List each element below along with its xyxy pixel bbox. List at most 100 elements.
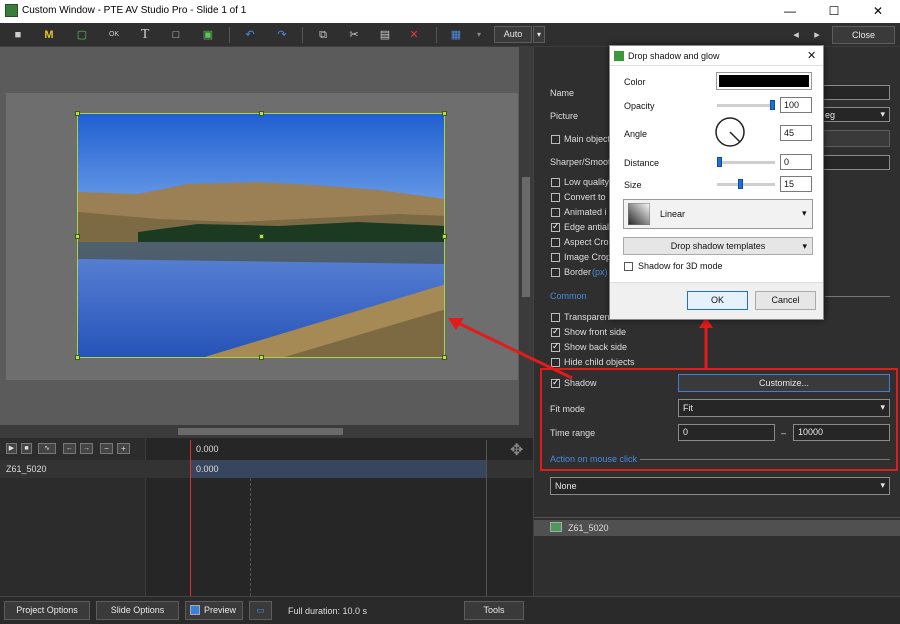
minimize-button[interactable]: — — [768, 0, 812, 23]
animated-checkbox[interactable] — [551, 208, 560, 217]
waveform-icon[interactable]: ∿ — [38, 443, 56, 454]
cancel-button[interactable]: Cancel — [755, 291, 816, 310]
action-select[interactable]: None — [550, 477, 890, 495]
close-button[interactable]: Close — [832, 26, 895, 44]
opacity-thumb[interactable] — [770, 100, 775, 110]
templates-button[interactable]: Drop shadow templates ▾ — [623, 237, 813, 255]
preview-button[interactable]: Preview — [185, 601, 243, 620]
highlight-box — [540, 368, 898, 471]
gradient-select[interactable]: Linear ▾ — [623, 199, 813, 229]
resize-handle[interactable] — [442, 234, 447, 239]
zoom-auto-select[interactable]: Auto — [494, 26, 532, 43]
close-window-button[interactable]: ✕ — [856, 0, 900, 23]
stop-icon[interactable]: ■ — [21, 443, 32, 454]
redo-icon[interactable]: ↷ — [273, 26, 291, 44]
edge-antialias-checkbox[interactable] — [551, 221, 560, 232]
frame-icon[interactable]: ▢ — [73, 26, 91, 44]
cut-icon[interactable]: ✂ — [345, 26, 363, 44]
maximize-button[interactable]: ☐ — [812, 0, 856, 23]
distance-label: Distance — [624, 158, 660, 168]
angle-dial[interactable] — [714, 116, 746, 148]
border-checkbox[interactable] — [551, 268, 560, 277]
image-icon[interactable]: ▣ — [199, 26, 217, 44]
name-input[interactable] — [820, 85, 890, 100]
status-bar: Project Options Slide Options Preview ▭ … — [0, 596, 900, 624]
text-icon[interactable]: T — [136, 26, 154, 44]
picture-label: Picture — [550, 111, 579, 121]
angle-input[interactable]: 45 — [780, 125, 812, 141]
border-px-label: (px) — [592, 267, 608, 277]
zoom-in-icon[interactable]: + — [117, 443, 130, 454]
color-picker[interactable] — [716, 72, 812, 90]
resize-handle[interactable] — [75, 355, 80, 360]
track-bar[interactable] — [190, 460, 486, 478]
image-object-icon — [550, 522, 562, 532]
convert-checkbox[interactable] — [551, 193, 560, 202]
next-slide-icon[interactable]: ▸ — [808, 26, 826, 44]
resize-handle[interactable] — [75, 111, 80, 116]
ok-button[interactable]: OK — [687, 291, 748, 310]
camera-icon[interactable]: ■ — [9, 26, 27, 44]
grid-dropdown-icon[interactable]: ▾ — [470, 26, 488, 44]
distance-slider[interactable] — [717, 157, 775, 167]
dialog-title: Drop shadow and glow — [628, 51, 720, 61]
low-quality-checkbox[interactable] — [551, 178, 560, 187]
tools-button[interactable]: Tools — [464, 601, 524, 620]
resize-handle[interactable] — [259, 111, 264, 116]
animated-label: Animated i — [564, 207, 607, 217]
horizontal-scrollbar[interactable] — [0, 425, 533, 438]
mask-icon[interactable]: M — [40, 26, 58, 44]
delete-icon[interactable]: ✕ — [405, 26, 423, 44]
picture-options-button[interactable] — [820, 130, 890, 147]
size-input[interactable]: 15 — [780, 176, 812, 192]
paste-icon[interactable]: ▤ — [376, 26, 394, 44]
convert-label: Convert to — [564, 192, 606, 202]
dialog-icon — [614, 51, 624, 61]
undo-icon[interactable]: ↶ — [241, 26, 259, 44]
drop-shadow-dialog: Drop shadow and glow ✕ Color Opacity 100… — [609, 45, 824, 320]
play-icon[interactable]: ▶ — [6, 443, 17, 454]
move-icon[interactable]: ✥ — [510, 440, 523, 460]
rectangle-icon[interactable]: □ — [167, 26, 185, 44]
gradient-label: Linear — [660, 209, 686, 219]
resize-handle[interactable] — [75, 234, 80, 239]
arrow-left-icon[interactable]: ← — [63, 443, 76, 454]
copy-icon[interactable]: ⧉ — [314, 26, 332, 44]
opacity-slider[interactable] — [717, 100, 775, 110]
main-object-checkbox[interactable] — [551, 135, 560, 144]
distance-input[interactable]: 0 — [780, 154, 812, 170]
border-label: Border — [564, 267, 592, 277]
arrow-right-icon[interactable]: → — [80, 443, 93, 454]
scroll-thumb[interactable] — [522, 177, 530, 297]
size-slider[interactable] — [717, 179, 775, 189]
prev-slide-icon[interactable]: ◂ — [787, 26, 805, 44]
sharper-input[interactable] — [820, 155, 890, 170]
zoom-dropdown-icon[interactable]: ▾ — [533, 26, 545, 43]
picture-select[interactable]: eg — [820, 107, 890, 122]
shadow-3d-checkbox[interactable] — [624, 262, 633, 271]
dialog-close-icon[interactable]: ✕ — [807, 49, 816, 62]
resize-handle[interactable] — [259, 355, 264, 360]
grid-icon[interactable]: ▦ — [447, 26, 465, 44]
image-crop-checkbox[interactable] — [551, 253, 560, 262]
resize-handle[interactable] — [442, 111, 447, 116]
slide-options-button[interactable]: Slide Options — [96, 601, 179, 620]
chevron-down-icon: ▾ — [802, 208, 807, 218]
window-title: Custom Window - PTE AV Studio Pro - Slid… — [22, 5, 247, 16]
opacity-label: Opacity — [624, 101, 655, 111]
shadow-3d-label: Shadow for 3D mode — [638, 261, 723, 271]
fullscreen-preview-icon[interactable]: ▭ — [249, 601, 272, 620]
center-handle[interactable] — [259, 234, 264, 239]
zoom-out-icon[interactable]: − — [100, 443, 113, 454]
scroll-thumb[interactable] — [178, 428, 343, 435]
sharper-label: Sharper/Smooth — [550, 157, 616, 167]
opacity-input[interactable]: 100 — [780, 97, 812, 113]
project-options-button[interactable]: Project Options — [4, 601, 90, 620]
aspect-crop-label: Aspect Crop — [564, 237, 614, 247]
chevron-down-icon: ▾ — [802, 241, 807, 251]
playhead[interactable] — [190, 440, 191, 596]
distance-thumb[interactable] — [717, 157, 722, 167]
button-object-icon[interactable]: OK — [105, 26, 123, 44]
size-thumb[interactable] — [738, 179, 744, 189]
aspect-crop-checkbox[interactable] — [551, 238, 560, 247]
